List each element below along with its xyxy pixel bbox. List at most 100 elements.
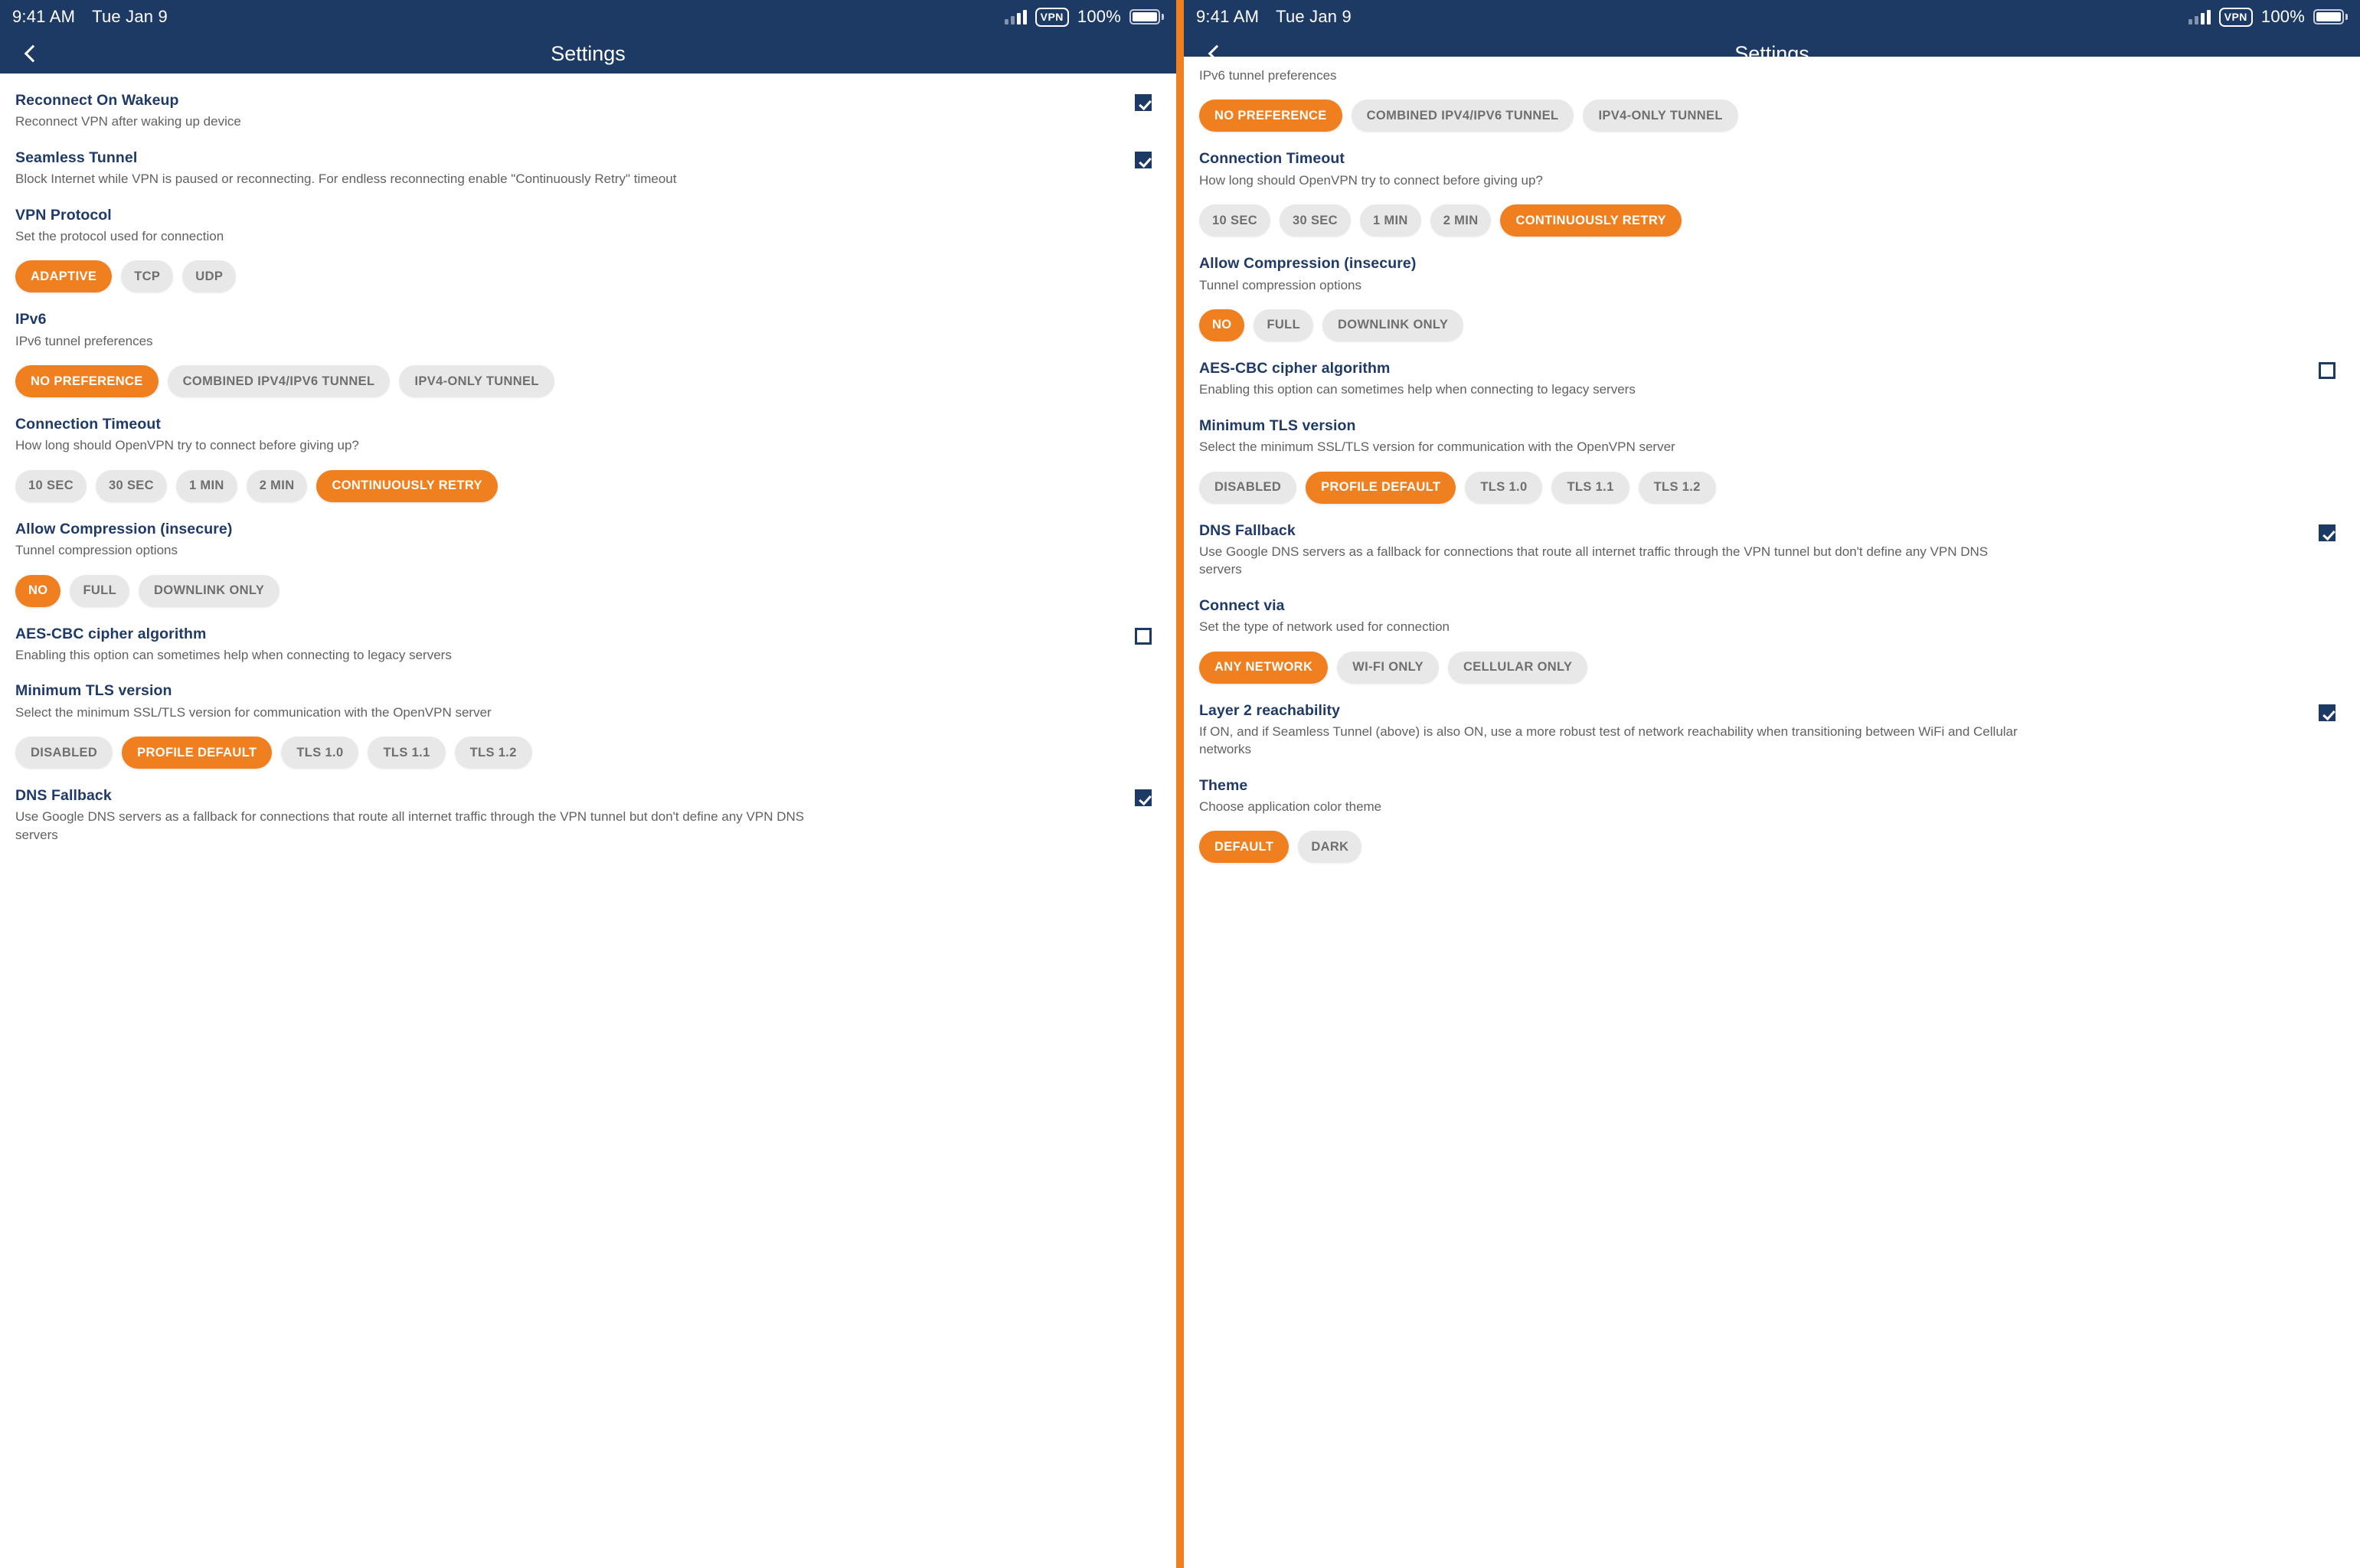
chip-allow_compression-0[interactable]: NO xyxy=(1199,309,1245,341)
chip-ipv6-0[interactable]: NO PREFERENCE xyxy=(15,365,159,398)
setting-header-minimum_tls_version: Minimum TLS version Select the minimum SS… xyxy=(15,681,1161,721)
checkbox-aes_cbc_cipher[interactable] xyxy=(2319,361,2335,379)
chip-connection_timeout-2[interactable]: 1 MIN xyxy=(175,469,237,502)
chip-ipv6-0[interactable]: NO PREFERENCE xyxy=(1199,100,1342,132)
setting-subtitle-aes_cbc_cipher: Enabling this option can sometimes help … xyxy=(1199,382,1636,397)
chip-group-connection_timeout: 10 SEC 30 SEC 1 MIN 2 MIN CONTINUOUSLY RETRY xyxy=(1199,204,2345,237)
setting-header-seamless_tunnel: Seamless Tunnel Block Internet while VPN … xyxy=(15,148,1161,188)
setting-texts: DNS Fallback Use Google DNS servers as a … xyxy=(15,786,1120,844)
setting-subtitle-connect_via: Set the type of network used for connect… xyxy=(1199,619,1450,635)
chip-connect_via-0[interactable]: ANY NETWORK xyxy=(1199,651,1329,684)
chip-theme-0[interactable]: DEFAULT xyxy=(1199,831,1290,864)
setting-header-connection_timeout: Connection Timeout How long should OpenVP… xyxy=(15,414,1161,455)
panel-divider xyxy=(1176,0,1184,1568)
setting-section-theme: Theme Choose application color theme DEFAU… xyxy=(1199,759,2345,864)
setting-title-connect_via: Connect via xyxy=(1199,596,1285,614)
cellular-signal-icon xyxy=(1004,9,1027,24)
setting-header-vpn_protocol: VPN Protocol Set the protocol used for co… xyxy=(15,205,1161,246)
chip-connection_timeout-1[interactable]: 30 SEC xyxy=(1279,204,1351,237)
chip-ipv6-1[interactable]: COMBINED IPV4/IPV6 TUNNEL xyxy=(167,365,391,398)
setting-title-ipv6: IPv6 xyxy=(15,311,47,328)
chevron-left-icon xyxy=(24,44,41,63)
chip-vpn_protocol-1[interactable]: TCP xyxy=(121,260,174,293)
chip-connect_via-1[interactable]: WI-FI ONLY xyxy=(1337,651,1439,684)
chip-allow_compression-1[interactable]: FULL xyxy=(70,574,130,607)
setting-texts: VPN Protocol Set the protocol used for co… xyxy=(15,205,1161,246)
chip-minimum_tls_version-0[interactable]: DISABLED xyxy=(15,737,113,769)
chip-minimum_tls_version-3[interactable]: TLS 1.1 xyxy=(1551,471,1629,504)
chip-minimum_tls_version-2[interactable]: TLS 1.0 xyxy=(281,737,359,769)
chip-vpn_protocol-2[interactable]: UDP xyxy=(182,260,237,293)
setting-texts: Allow Compression (insecure) Tunnel compr… xyxy=(1199,253,2345,294)
chip-minimum_tls_version-2[interactable]: TLS 1.0 xyxy=(1465,471,1543,504)
page-title: Settings xyxy=(551,41,626,65)
chip-connection_timeout-4[interactable]: CONTINUOUSLY RETRY xyxy=(316,469,498,502)
chip-vpn_protocol-0[interactable]: ADAPTIVE xyxy=(15,260,113,293)
chip-allow_compression-1[interactable]: FULL xyxy=(1254,309,1314,341)
settings-list-left[interactable]: Reconnect On Wakeup Reconnect VPN after w… xyxy=(0,74,1176,1568)
chip-minimum_tls_version-0[interactable]: DISABLED xyxy=(1199,471,1297,504)
battery-full-icon xyxy=(2313,9,2348,24)
right-device-screen: 9:41 AM Tue Jan 9 VPN 100% Settings IPv6… xyxy=(1184,0,2360,1568)
setting-title-vpn_protocol: VPN Protocol xyxy=(15,206,112,224)
setting-section-vpn_protocol: VPN Protocol Set the protocol used for co… xyxy=(15,188,1161,293)
setting-section-minimum_tls_version: Minimum TLS version Select the minimum SS… xyxy=(1199,399,2345,504)
setting-title-dns_fallback: DNS Fallback xyxy=(1199,521,1296,539)
setting-title-minimum_tls_version: Minimum TLS version xyxy=(1199,416,1356,434)
chip-connection_timeout-0[interactable]: 10 SEC xyxy=(1199,204,1270,237)
settings-list-right[interactable]: IPv6 tunnel preferences NO PREFERENCE COMB… xyxy=(1184,57,2360,1568)
chip-minimum_tls_version-4[interactable]: TLS 1.2 xyxy=(1638,471,1716,504)
setting-section-seamless_tunnel: Seamless Tunnel Block Internet while VPN … xyxy=(15,131,1161,188)
setting-texts: Layer 2 reachability If ON, and if Seamle… xyxy=(1199,701,2303,759)
checkbox-reconnect_on_wakeup[interactable] xyxy=(1135,94,1152,111)
chip-connection_timeout-3[interactable]: 2 MIN xyxy=(246,469,308,502)
checkbox-dns_fallback[interactable] xyxy=(1135,789,1152,807)
chip-theme-1[interactable]: DARK xyxy=(1298,831,1362,864)
chip-allow_compression-2[interactable]: DOWNLINK ONLY xyxy=(139,574,280,607)
chip-connect_via-2[interactable]: CELLULAR ONLY xyxy=(1447,651,1588,684)
nav-bar-left: Settings xyxy=(0,34,1176,74)
checkbox-aes_cbc_cipher[interactable] xyxy=(1135,627,1152,645)
setting-title-connection_timeout: Connection Timeout xyxy=(1199,150,1345,168)
chip-connection_timeout-3[interactable]: 2 MIN xyxy=(1430,204,1492,237)
setting-header-allow_compression: Allow Compression (insecure) Tunnel compr… xyxy=(15,519,1161,560)
setting-subtitle-connection_timeout: How long should OpenVPN try to connect b… xyxy=(1199,172,1543,188)
left-device-screen: 9:41 AM Tue Jan 9 VPN 100% Settings Reco… xyxy=(0,0,1176,1568)
status-date: Tue Jan 9 xyxy=(1276,7,1352,26)
setting-subtitle-connection_timeout: How long should OpenVPN try to connect b… xyxy=(15,438,359,453)
setting-header-connect_via: Connect via Set the type of network used … xyxy=(1199,596,2345,636)
chip-minimum_tls_version-1[interactable]: PROFILE DEFAULT xyxy=(122,737,273,769)
chip-minimum_tls_version-3[interactable]: TLS 1.1 xyxy=(368,737,446,769)
chip-ipv6-1[interactable]: COMBINED IPV4/IPV6 TUNNEL xyxy=(1351,100,1574,132)
setting-section-allow_compression: Allow Compression (insecure) Tunnel compr… xyxy=(15,502,1161,607)
setting-subtitle-minimum_tls_version: Select the minimum SSL/TLS version for c… xyxy=(15,704,492,720)
chip-connection_timeout-1[interactable]: 30 SEC xyxy=(95,469,167,502)
chip-connection_timeout-4[interactable]: CONTINUOUSLY RETRY xyxy=(1500,204,1682,237)
setting-section-dns_fallback: DNS Fallback Use Google DNS servers as a … xyxy=(15,769,1161,844)
chip-connection_timeout-0[interactable]: 10 SEC xyxy=(15,469,87,502)
back-button[interactable] xyxy=(11,34,51,74)
checkbox-layer2_reachability[interactable] xyxy=(2319,704,2335,721)
chip-group-minimum_tls_version: DISABLED PROFILE DEFAULT TLS 1.0 TLS 1.1 TLS… xyxy=(1199,471,2345,504)
chip-group-connection_timeout: 10 SEC 30 SEC 1 MIN 2 MIN CONTINUOUSLY RETRY xyxy=(15,469,1161,502)
chip-allow_compression-2[interactable]: DOWNLINK ONLY xyxy=(1322,309,1464,341)
checkbox-seamless_tunnel[interactable] xyxy=(1135,151,1152,168)
status-bar-left: 9:41 AM Tue Jan 9 VPN 100% xyxy=(0,0,1176,34)
setting-section-ipv6: IPv6 IPv6 tunnel preferences NO PREFERENCE… xyxy=(15,292,1161,398)
chip-minimum_tls_version-4[interactable]: TLS 1.2 xyxy=(454,737,532,769)
setting-title-dns_fallback: DNS Fallback xyxy=(15,787,112,805)
chip-group-ipv6: NO PREFERENCE COMBINED IPV4/IPV6 TUNNEL IP… xyxy=(15,365,1161,398)
setting-header-dns_fallback: DNS Fallback Use Google DNS servers as a … xyxy=(15,786,1161,844)
chip-ipv6-2[interactable]: IPV4-ONLY TUNNEL xyxy=(1583,100,1738,132)
setting-title-connection_timeout: Connection Timeout xyxy=(15,416,161,433)
chip-ipv6-2[interactable]: IPV4-ONLY TUNNEL xyxy=(399,365,554,398)
setting-texts: Minimum TLS version Select the minimum SS… xyxy=(15,681,1161,721)
setting-subtitle-seamless_tunnel: Block Internet while VPN is paused or re… xyxy=(15,172,677,187)
chip-group-connect_via: ANY NETWORK WI-FI ONLY CELLULAR ONLY xyxy=(1199,651,2345,684)
chip-minimum_tls_version-1[interactable]: PROFILE DEFAULT xyxy=(1306,471,1456,504)
setting-header-theme: Theme Choose application color theme xyxy=(1199,776,2345,816)
chip-connection_timeout-2[interactable]: 1 MIN xyxy=(1359,204,1421,237)
checkbox-dns_fallback[interactable] xyxy=(2319,524,2335,541)
chip-allow_compression-0[interactable]: NO xyxy=(15,574,61,607)
setting-title-reconnect_on_wakeup: Reconnect On Wakeup xyxy=(15,92,179,109)
